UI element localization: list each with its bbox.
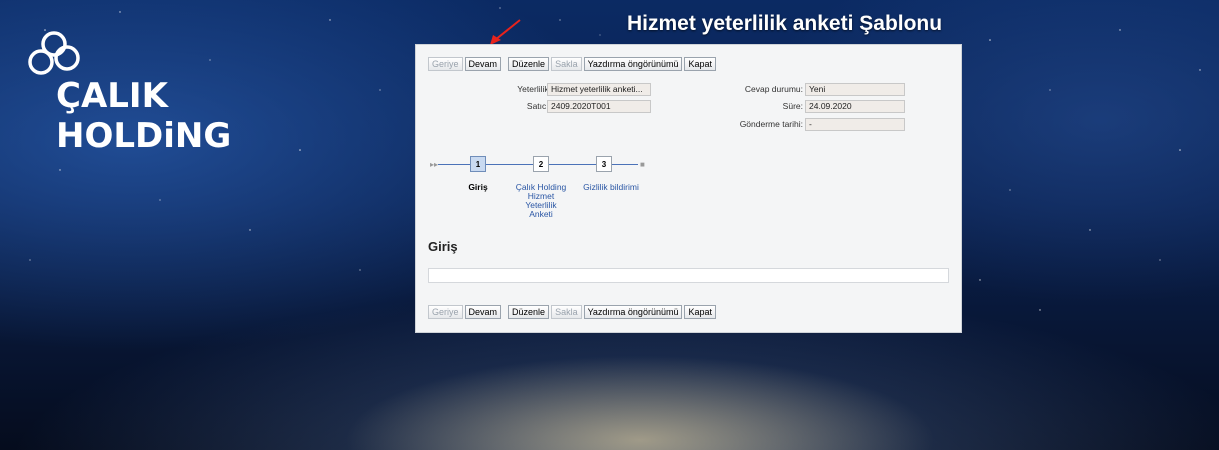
step-2-label-line-4: Anketi: [529, 209, 553, 219]
save-button-bottom[interactable]: Sakla: [551, 305, 582, 319]
top-toolbar: Geriye Devam Düzenle Sakla Yazdırma öngö…: [428, 57, 718, 72]
brand-name: ÇALIK HOLDiNG: [56, 76, 232, 156]
response-status-label: Cevap durumu:: [744, 84, 803, 94]
section-title: Giriş: [428, 239, 458, 254]
roadmap-end-icon: ■: [640, 160, 645, 169]
continue-button[interactable]: Devam: [464, 57, 502, 71]
step-3-button[interactable]: 3: [596, 156, 612, 172]
continue-button-bottom[interactable]: Devam: [464, 305, 502, 319]
page-title: Hizmet yeterlilik anketi Şablonu: [627, 12, 943, 35]
close-button-bottom[interactable]: Kapat: [684, 305, 716, 319]
sent-date-label: Gönderme tarihi:: [739, 119, 803, 129]
section-content-bar: [428, 268, 949, 283]
back-button[interactable]: Geriye: [428, 57, 463, 71]
roadmap-start-icon: ▸▸: [430, 160, 439, 169]
questionnaire-panel: Geriye Devam Düzenle Sakla Yazdırma öngö…: [415, 44, 962, 333]
duration-field[interactable]: 24.09.2020: [805, 100, 905, 113]
edit-button[interactable]: Düzenle: [508, 57, 550, 71]
back-button-bottom[interactable]: Geriye: [428, 305, 463, 319]
bottom-toolbar: Geriye Devam Düzenle Sakla Yazdırma öngö…: [428, 305, 718, 320]
vendor-field[interactable]: 2409.2020T001: [547, 100, 651, 113]
edit-button-bottom[interactable]: Düzenle: [508, 305, 550, 319]
step-1-label[interactable]: Giriş: [458, 183, 498, 192]
print-preview-button-bottom[interactable]: Yazdırma öngörünümü: [583, 305, 683, 319]
calik-holding-logo: ÇALIK HOLDiNG: [24, 28, 294, 156]
close-button[interactable]: Kapat: [684, 57, 716, 71]
step-2-label[interactable]: Çalık Holding Hizmet Yeterlilik Anketi: [513, 183, 569, 219]
duration-label: Süre:: [782, 101, 803, 111]
qualification-label: Yeterlilik:: [517, 84, 551, 94]
step-roadmap: ▸▸ 1 2 3 ■ Giriş Çalık Holding Hizmet Ye…: [416, 155, 961, 235]
step-1-button[interactable]: 1: [470, 156, 486, 172]
sent-date-field[interactable]: -: [805, 118, 905, 131]
save-button[interactable]: Sakla: [551, 57, 582, 71]
qualification-field[interactable]: Hizmet yeterlilik anketi...: [547, 83, 651, 96]
step-3-label[interactable]: Gizlilik bildirimi: [574, 183, 648, 192]
response-status-field[interactable]: Yeni: [805, 83, 905, 96]
print-preview-button[interactable]: Yazdırma öngörünümü: [583, 57, 683, 71]
step-2-button[interactable]: 2: [533, 156, 549, 172]
